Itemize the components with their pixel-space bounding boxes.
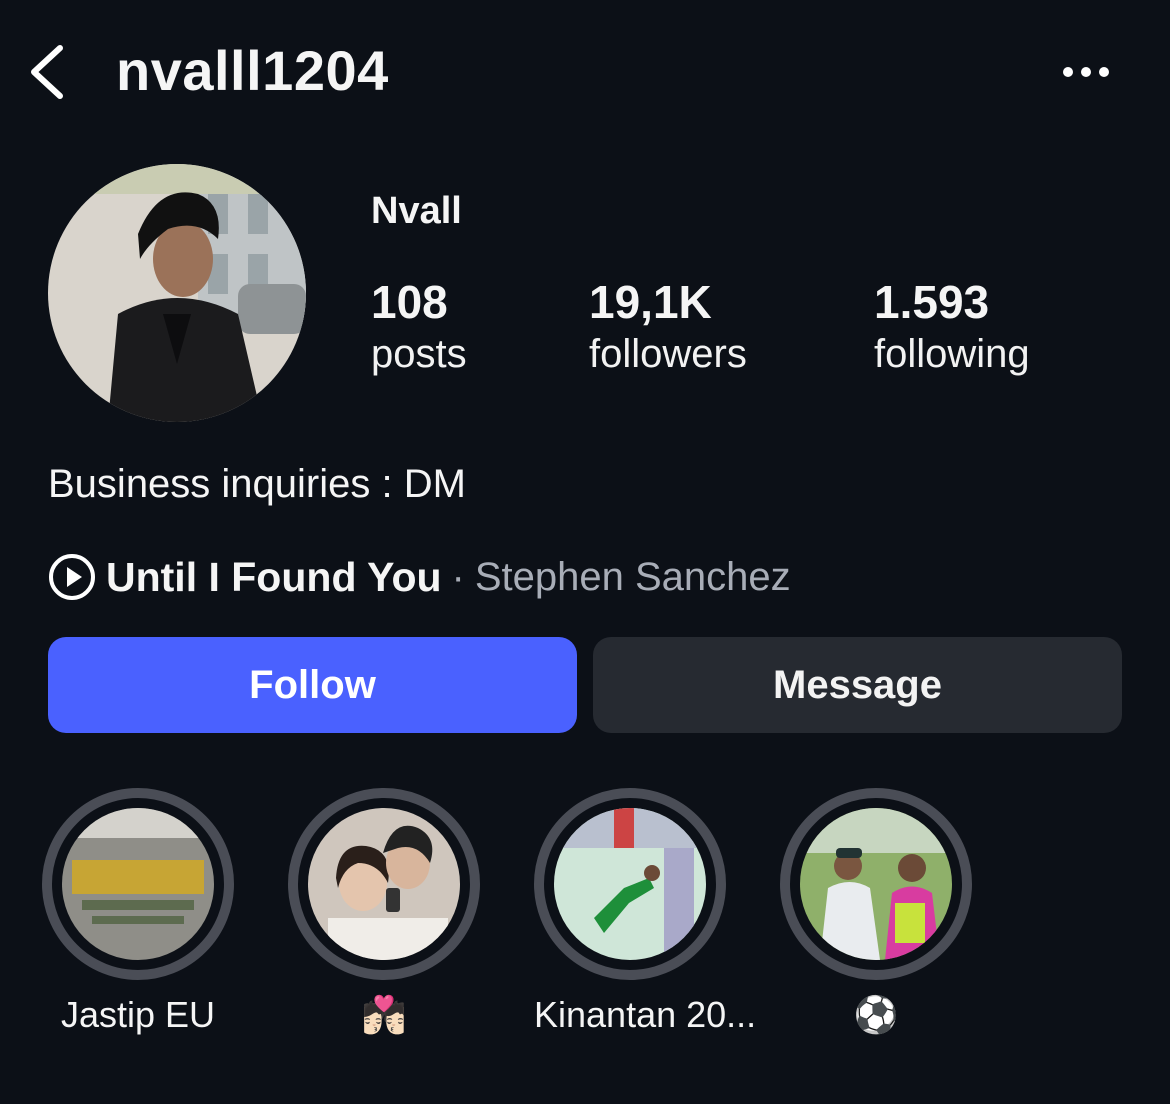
profile-bio: Business inquiries : DM bbox=[48, 462, 466, 506]
music-artist: Stephen Sanchez bbox=[474, 554, 791, 599]
highlight-ring bbox=[42, 788, 234, 980]
play-circle-icon bbox=[49, 554, 95, 600]
music-song-title: Until I Found You bbox=[106, 553, 442, 600]
highlight-ring bbox=[534, 788, 726, 980]
profile-avatar[interactable] bbox=[48, 164, 306, 422]
more-options-button[interactable] bbox=[1056, 52, 1116, 92]
highlight-cover bbox=[308, 808, 460, 960]
stat-following-label: following bbox=[874, 332, 1030, 376]
stat-posts-label: posts bbox=[371, 332, 467, 376]
stat-followers[interactable]: 19,1K followers bbox=[589, 276, 747, 380]
top-bar: nvalll1204 bbox=[0, 0, 1170, 150]
highlight-ring bbox=[780, 788, 972, 980]
stat-following-value: 1.593 bbox=[874, 276, 990, 328]
highlight-cover bbox=[800, 808, 952, 960]
highlight-cover bbox=[554, 808, 706, 960]
back-button[interactable] bbox=[24, 40, 74, 104]
profile-music[interactable]: Until I Found You · Stephen Sanchez bbox=[48, 550, 791, 604]
highlight-ring bbox=[288, 788, 480, 980]
highlight-item[interactable]: Jastip EU bbox=[42, 788, 234, 1036]
message-button[interactable]: Message bbox=[593, 637, 1122, 733]
highlight-item[interactable]: Kinantan 20... bbox=[534, 788, 757, 1036]
highlight-caption: Kinantan 20... bbox=[534, 994, 757, 1035]
highlight-cover bbox=[62, 808, 214, 960]
stat-posts-value: 108 bbox=[371, 276, 448, 328]
music-separator: · bbox=[451, 554, 465, 599]
profile-username: nvalll1204 bbox=[116, 39, 389, 102]
highlight-caption: Jastip EU bbox=[60, 994, 216, 1035]
highlight-item[interactable]: ⚽ bbox=[780, 788, 972, 1036]
stat-posts[interactable]: 108 posts bbox=[371, 276, 467, 380]
highlight-item[interactable]: 💏🏻 bbox=[288, 788, 480, 1036]
more-horizontal-icon bbox=[1063, 67, 1109, 77]
chevron-left-icon bbox=[31, 45, 63, 99]
stat-following[interactable]: 1.593 following bbox=[874, 276, 1030, 380]
highlight-caption: 💏🏻 bbox=[361, 994, 407, 1035]
stat-followers-label: followers bbox=[589, 332, 747, 376]
highlight-caption: ⚽ bbox=[853, 994, 899, 1035]
stat-followers-value: 19,1K bbox=[589, 276, 712, 328]
profile-display-name: Nvall bbox=[371, 190, 462, 232]
follow-button[interactable]: Follow bbox=[48, 637, 577, 733]
